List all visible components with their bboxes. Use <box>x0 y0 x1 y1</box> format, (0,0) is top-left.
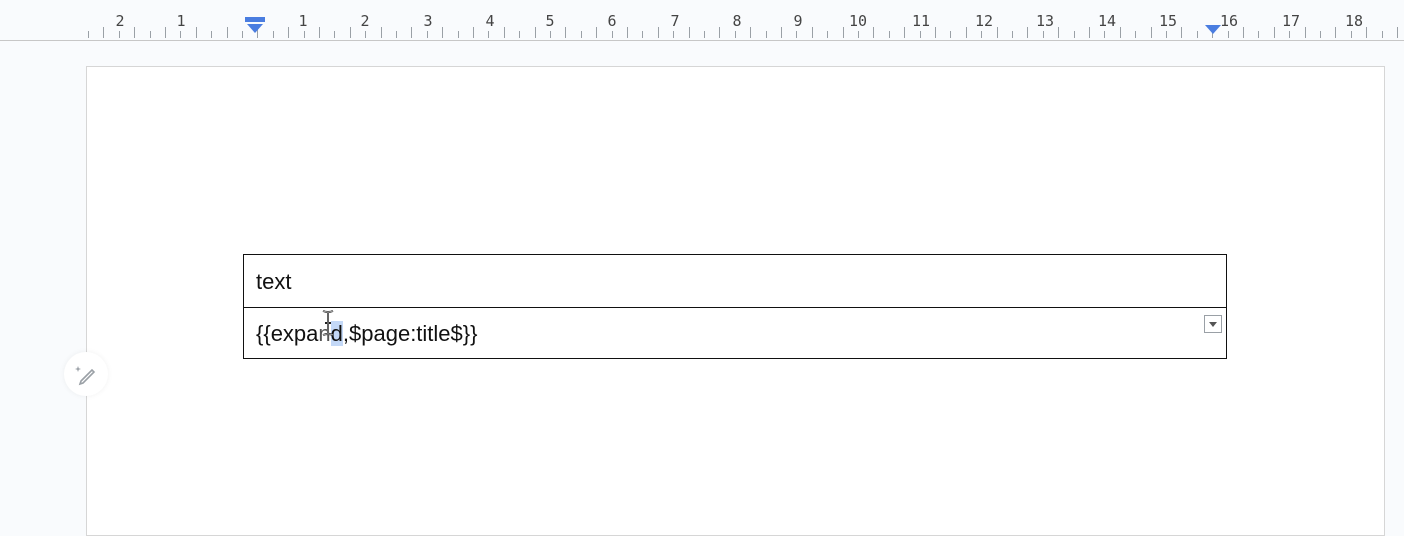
ruler-label: 15 <box>1158 12 1178 30</box>
ruler-label: 17 <box>1281 12 1301 30</box>
ruler-label: 12 <box>974 12 994 30</box>
ruler-label: 2 <box>115 12 125 30</box>
ruler-label: 11 <box>911 12 931 30</box>
ruler-label: 1 <box>298 12 308 30</box>
ruler-label: 16 <box>1219 12 1239 30</box>
ruler-label: 1 <box>176 12 186 30</box>
ruler-label: 5 <box>545 12 555 30</box>
ruler-ticks <box>88 17 1398 38</box>
table-header-cell[interactable]: text <box>256 269 291 295</box>
table-row[interactable]: {{expand,$page:title$}} <box>244 307 1226 359</box>
ruler-label: 9 <box>793 12 803 30</box>
text-cursor-icon <box>322 310 334 336</box>
ruler-label: 6 <box>607 12 617 30</box>
ruler-label: 2 <box>360 12 370 30</box>
document-table[interactable]: text {{expand,$page:title$}} <box>243 254 1227 359</box>
cell-text-before: {{expa <box>256 321 319 346</box>
table-cell-text[interactable]: {{expand,$page:title$}} <box>256 321 477 347</box>
table-row[interactable]: text <box>244 255 1226 308</box>
ruler-label: 18 <box>1344 12 1364 30</box>
left-indent-marker-icon[interactable] <box>245 17 265 33</box>
ruler-label: 3 <box>423 12 433 30</box>
ruler-label: 13 <box>1035 12 1055 30</box>
edit-assist-icon <box>75 366 96 386</box>
ruler-label: 8 <box>732 12 742 30</box>
cell-text-after: ,$page:title$}} <box>342 321 478 346</box>
ruler-label: 10 <box>848 12 868 30</box>
right-indent-marker-icon[interactable] <box>1205 25 1221 34</box>
ruler-label: 4 <box>485 12 495 30</box>
horizontal-ruler[interactable]: 2 1 1 2 3 4 5 6 7 8 9 10 11 12 13 14 15 … <box>0 0 1404 41</box>
ruler-label: 14 <box>1097 12 1117 30</box>
edit-assist-button[interactable] <box>64 352 108 396</box>
dropdown-icon[interactable] <box>1204 315 1222 333</box>
ruler-label: 7 <box>670 12 680 30</box>
